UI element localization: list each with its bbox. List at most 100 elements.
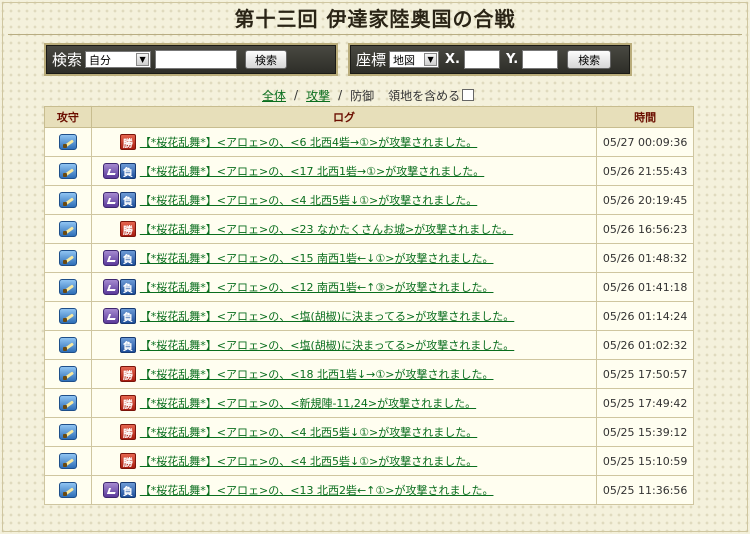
time-cell: 05/26 01:14:24 [596, 301, 694, 331]
win-badge: 勝 [119, 221, 136, 237]
lose-badge: 負 [119, 337, 136, 353]
search-panel-label: 検索 [52, 51, 83, 69]
defense-sword-icon [58, 453, 77, 469]
search-scope-select[interactable]: 自分 ▼ [85, 51, 152, 68]
type-cell [44, 301, 92, 331]
filter-attack-link[interactable]: 攻撃 [306, 87, 330, 104]
time-cell: 05/26 16:56:23 [596, 214, 694, 244]
defense-sword-icon [58, 366, 77, 382]
defense-sword-icon [58, 250, 77, 266]
table-row: 負【*桜花乱舞*】<アロェ>の、<13 北西2砦←↑①>が攻撃されました。 05/… [44, 475, 694, 505]
map-select-value: 地図 [393, 53, 416, 67]
log-cell: 負【*桜花乱舞*】<アロェ>の、<12 南西1砦←↑③>が攻撃されました。 [90, 272, 598, 302]
map-select[interactable]: 地図 ▼ [389, 51, 440, 68]
log-entry-link[interactable]: 【*桜花乱舞*】<アロェ>の、<17 北西1砦→①>が攻撃されました。 [140, 163, 484, 179]
table-row: 負【*桜花乱舞*】<アロェ>の、<塩(胡椒)に決まってる>が攻撃されました。 05… [44, 301, 694, 331]
defense-sword-icon [58, 134, 77, 150]
log-cell: 負【*桜花乱舞*】<アロェ>の、<17 北西1砦→①>が攻撃されました。 [90, 156, 598, 186]
win-badge: 勝 [119, 366, 136, 382]
time-cell: 05/26 01:02:32 [596, 330, 694, 360]
header-type: 攻守 [44, 106, 92, 128]
type-cell [44, 388, 92, 418]
time-cell: 05/25 17:49:42 [596, 388, 694, 418]
battle-log-table: 攻守 ログ 時間 勝【*桜花乱舞*】<アロェ>の、<6 北西4砦→①>が攻撃され… [44, 106, 694, 505]
log-entry-link[interactable]: 【*桜花乱舞*】<アロェ>の、<塩(胡椒)に決まってる>が攻撃されました。 [140, 308, 514, 324]
log-entry-link[interactable]: 【*桜花乱舞*】<アロェ>の、<13 北西2砦←↑①>が攻撃されました。 [140, 482, 494, 498]
time-cell: 05/26 01:48:32 [596, 243, 694, 273]
log-entry-link[interactable]: 【*桜花乱舞*】<アロェ>の、<6 北西4砦→①>が攻撃されました。 [140, 134, 477, 150]
log-entry-link[interactable]: 【*桜花乱舞*】<アロェ>の、<新規陣-11,24>が攻撃されました。 [140, 395, 476, 411]
y-label: Y. [505, 52, 519, 67]
filter-all-link[interactable]: 全体 [262, 87, 286, 104]
table-row: 勝【*桜花乱舞*】<アロェ>の、<4 北西5砦↓①>が攻撃されました。 05/25… [44, 446, 694, 476]
time-cell: 05/25 15:10:59 [596, 446, 694, 476]
time-cell: 05/25 17:50:57 [596, 359, 694, 389]
table-row: 負【*桜花乱舞*】<アロェ>の、<17 北西1砦→①>が攻撃されました。 05/2… [44, 156, 694, 186]
log-entry-link[interactable]: 【*桜花乱舞*】<アロェ>の、<4 北西5砦↓①>が攻撃されました。 [140, 192, 477, 208]
lose-badge: 負 [119, 482, 136, 498]
log-cell: 負【*桜花乱舞*】<アロェ>の、<4 北西5砦↓①>が攻撃されました。 [90, 185, 598, 215]
win-badge: 勝 [119, 424, 136, 440]
table-row: 勝【*桜花乱舞*】<アロェ>の、<23 なかたくさんお城>が攻撃されました。 05… [44, 214, 694, 244]
log-cell: 負【*桜花乱舞*】<アロェ>の、<15 南西1砦←↓①>が攻撃されました。 [90, 243, 598, 273]
rank-flag-icon [102, 279, 119, 295]
coordinate-search-button[interactable]: 検索 [567, 50, 612, 69]
table-row: 負【*桜花乱舞*】<アロェ>の、<塩(胡椒)に決まってる>が攻撃されました。 05… [44, 330, 694, 360]
log-entry-link[interactable]: 【*桜花乱舞*】<アロェ>の、<15 南西1砦←↓①>が攻撃されました。 [140, 250, 494, 266]
rank-flag-icon [102, 163, 119, 179]
header-time: 時間 [596, 106, 694, 128]
table-row: 負【*桜花乱舞*】<アロェ>の、<4 北西5砦↓①>が攻撃されました。 05/26… [44, 185, 694, 215]
time-cell: 05/26 21:55:43 [596, 156, 694, 186]
defense-sword-icon [58, 163, 77, 179]
filter-defense-current: 防御 [350, 88, 375, 103]
log-filter-bar: 全体 / 攻撃 / 防御 領地を含める [262, 87, 475, 104]
lose-badge: 負 [119, 308, 136, 324]
type-cell [44, 243, 92, 273]
log-cell: 勝【*桜花乱舞*】<アロェ>の、<4 北西5砦↓①>が攻撃されました。 [90, 446, 598, 476]
include-land-checkbox[interactable] [462, 89, 475, 101]
lose-badge: 負 [119, 250, 136, 266]
log-entry-link[interactable]: 【*桜花乱舞*】<アロェ>の、<4 北西5砦↓①>が攻撃されました。 [140, 424, 477, 440]
defense-sword-icon [58, 192, 77, 208]
search-panel: 検索 自分 ▼ 検索 [44, 43, 338, 76]
y-coordinate-input[interactable] [522, 50, 559, 69]
search-input[interactable] [155, 50, 238, 69]
log-entry-link[interactable]: 【*桜花乱舞*】<アロェ>の、<18 北西1砦↓→①>が攻撃されました。 [140, 366, 494, 382]
x-label: X. [445, 52, 460, 67]
type-cell [44, 359, 92, 389]
log-entry-link[interactable]: 【*桜花乱舞*】<アロェ>の、<12 南西1砦←↑③>が攻撃されました。 [140, 279, 494, 295]
log-cell: 勝【*桜花乱舞*】<アロェ>の、<23 なかたくさんお城>が攻撃されました。 [90, 214, 598, 244]
battle-log-body: 勝【*桜花乱舞*】<アロェ>の、<6 北西4砦→①>が攻撃されました。 05/27… [44, 127, 694, 505]
chevron-down-icon: ▼ [424, 53, 438, 66]
defense-sword-icon [58, 308, 77, 324]
defense-sword-icon [58, 221, 77, 237]
type-cell [44, 127, 92, 157]
include-land-label: 領地を含める [388, 88, 461, 103]
time-cell: 05/27 00:09:36 [596, 127, 694, 157]
title-bar: 第十三回 伊達家陸奥国の合戦 [0, 0, 750, 34]
log-entry-link[interactable]: 【*桜花乱舞*】<アロェ>の、<23 なかたくさんお城>が攻撃されました。 [140, 221, 513, 237]
time-cell: 05/25 15:39:12 [596, 417, 694, 447]
table-row: 勝【*桜花乱舞*】<アロェ>の、<4 北西5砦↓①>が攻撃されました。 05/25… [44, 417, 694, 447]
coordinate-panel-label: 座標 [356, 51, 387, 69]
log-cell: 勝【*桜花乱舞*】<アロェ>の、<18 北西1砦↓→①>が攻撃されました。 [90, 359, 598, 389]
header-log: ログ [90, 106, 598, 128]
log-entry-link[interactable]: 【*桜花乱舞*】<アロェ>の、<4 北西5砦↓①>が攻撃されました。 [140, 453, 477, 469]
log-cell: 勝【*桜花乱舞*】<アロェ>の、<4 北西5砦↓①>が攻撃されました。 [90, 417, 598, 447]
type-cell [44, 214, 92, 244]
rank-flag-icon [102, 308, 119, 324]
chevron-down-icon: ▼ [136, 53, 150, 66]
rank-flag-icon [102, 250, 119, 266]
log-entry-link[interactable]: 【*桜花乱舞*】<アロェ>の、<塩(胡椒)に決まってる>が攻撃されました。 [140, 337, 514, 353]
search-button[interactable]: 検索 [245, 50, 288, 69]
log-cell: 勝【*桜花乱舞*】<アロェ>の、<6 北西4砦→①>が攻撃されました。 [90, 127, 598, 157]
defense-sword-icon [58, 482, 77, 498]
time-cell: 05/26 20:19:45 [596, 185, 694, 215]
table-header-row: 攻守 ログ 時間 [44, 106, 694, 128]
time-cell: 05/25 11:36:56 [596, 475, 694, 505]
table-row: 勝【*桜花乱舞*】<アロェ>の、<18 北西1砦↓→①>が攻撃されました。 05/… [44, 359, 694, 389]
type-cell [44, 185, 92, 215]
x-coordinate-input[interactable] [463, 50, 500, 69]
filter-separator: / [338, 88, 343, 102]
win-badge: 勝 [119, 134, 136, 150]
